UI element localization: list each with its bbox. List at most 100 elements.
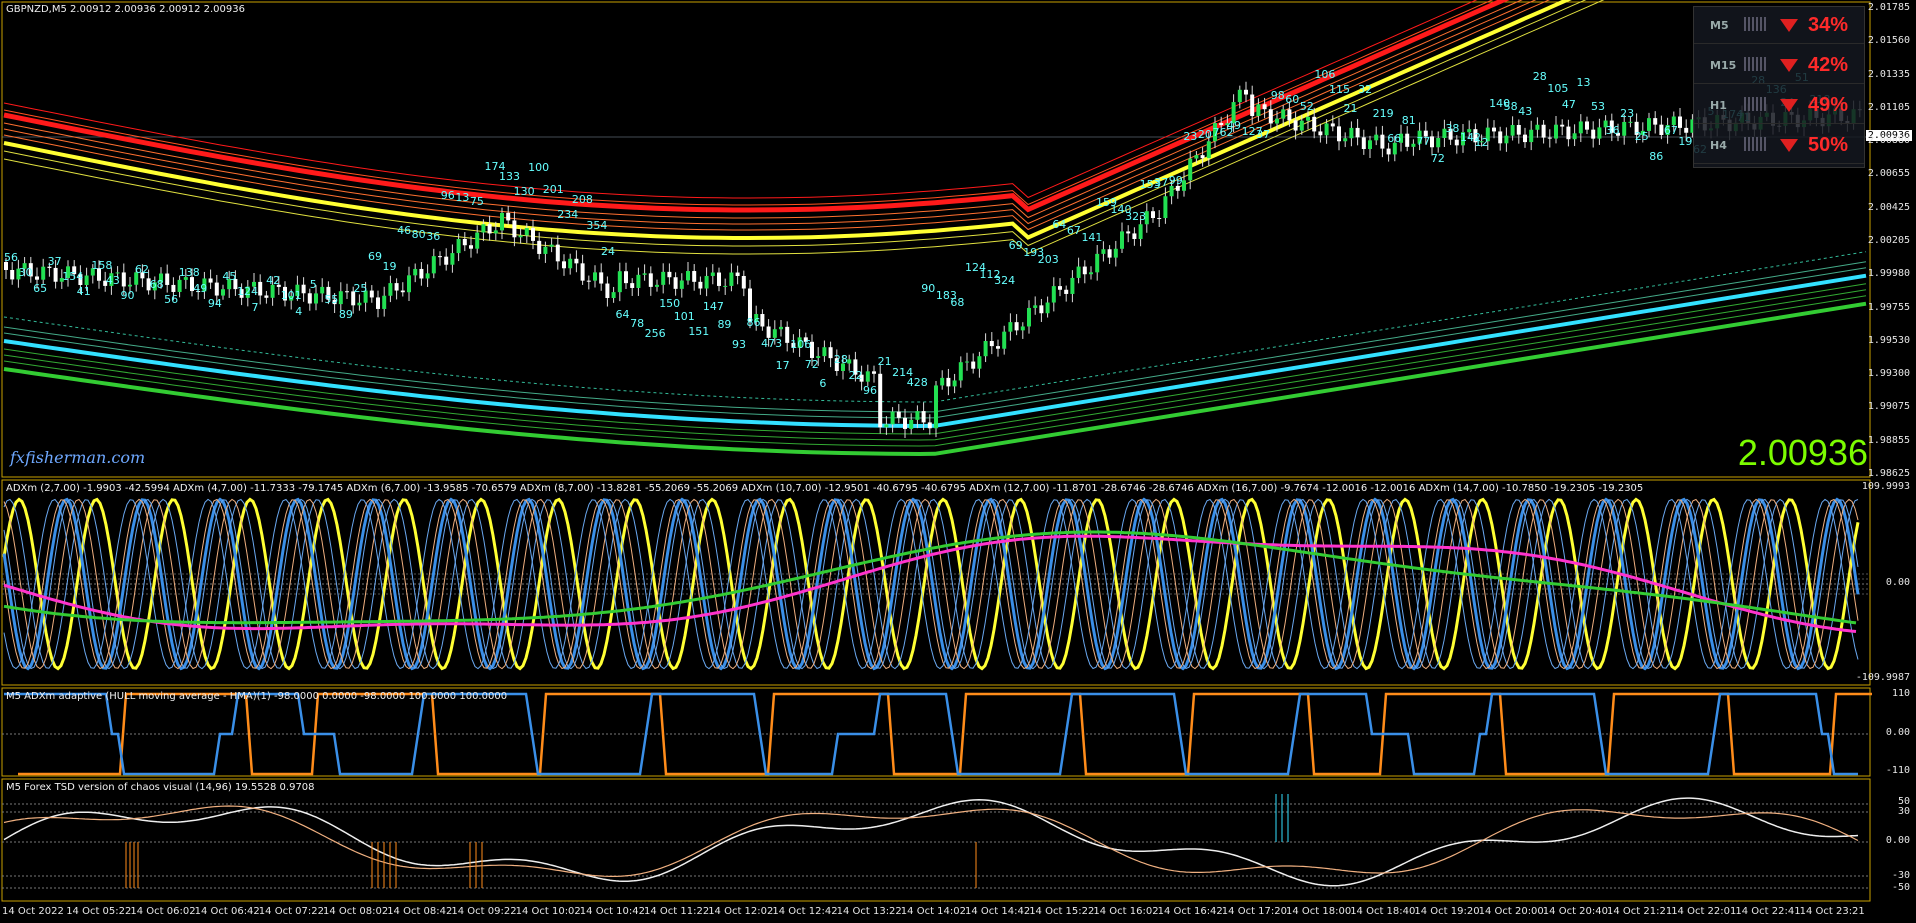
bar-label: 60 (1285, 93, 1300, 107)
bar-label: 354 (586, 219, 608, 233)
bar-label: 6 (819, 376, 827, 390)
signal-bars-icon (1744, 137, 1768, 151)
time-axis-tick: 14 Oct 20:40 (1542, 906, 1608, 917)
mtf-percent: 42% (1808, 54, 1849, 76)
candle-body (1157, 218, 1162, 220)
candle-body (208, 278, 213, 283)
candle-body (890, 411, 895, 425)
price-axis-tick: 2.01105 (1867, 101, 1910, 113)
signal-bars-icon (1744, 57, 1768, 71)
hma-axis-top: 110 (1891, 688, 1910, 699)
tsd-axis-zero: 0.00 (1885, 835, 1910, 846)
candle-body (977, 356, 982, 369)
bar-label: 69 (1008, 239, 1023, 253)
candle-body (785, 326, 790, 343)
candle-body (1541, 124, 1546, 138)
candle-body (1678, 116, 1682, 128)
signal-bars-icon (1744, 17, 1768, 31)
bar-label: 25 (353, 281, 368, 295)
time-axis-tick: 14 Oct 05:22 (66, 906, 132, 917)
candle-body (729, 272, 734, 286)
time-axis-tick: 14 Oct 17:20 (1221, 906, 1287, 917)
adx-axis-bottom: -109.9987 (1855, 672, 1910, 683)
candle-body (41, 266, 46, 280)
candle-body (264, 295, 269, 298)
bar-label: 81 (1401, 114, 1416, 128)
tsd-axis-30: 30 (1897, 806, 1910, 817)
candle-body (1194, 155, 1199, 159)
bar-label: 93 (732, 337, 746, 351)
candle-body (679, 280, 684, 289)
time-axis-tick: 14 Oct 06:42 (194, 906, 260, 917)
candle-body (555, 244, 560, 262)
candle-body (698, 281, 703, 289)
candle-body (1380, 134, 1385, 149)
time-axis-tick: 14 Oct 2022 (2, 906, 64, 917)
time-axis-tick: 14 Oct 16:02 (1093, 906, 1159, 917)
mtf-timeframe: M15 (1710, 59, 1737, 72)
candle-body (549, 244, 554, 247)
adx-axis-zero: 0.00 (1885, 577, 1910, 588)
candle-body (10, 270, 15, 280)
candle-body (611, 292, 616, 298)
bar-label: 37 (47, 254, 62, 268)
candle-body (1386, 148, 1391, 155)
bar-label: 208 (571, 192, 593, 206)
candle-body (407, 275, 411, 293)
candle-body (1361, 137, 1366, 149)
bar-label: 49 (193, 281, 208, 295)
time-axis-tick: 14 Oct 22:41 (1735, 906, 1801, 917)
time-axis-tick: 14 Oct 18:40 (1350, 906, 1416, 917)
candle-body (1299, 120, 1304, 131)
bar-label: 19 (382, 259, 397, 273)
bar-label: 101 (673, 310, 695, 324)
candle-body (741, 275, 746, 289)
bar-label: 52 (1299, 99, 1314, 113)
down-arrow-icon (1780, 59, 1798, 72)
candle-body (1436, 137, 1441, 148)
candle-body (171, 284, 176, 292)
candle-body (1064, 289, 1069, 294)
bar-label: 67 (1663, 123, 1678, 137)
bar-label: 43 (105, 273, 120, 287)
price-axis-tick: 2.00205 (1867, 235, 1910, 246)
candle-body (1659, 124, 1664, 135)
candle-body (1101, 249, 1106, 254)
time-axis-tick: 14 Oct 13:22 (836, 906, 902, 917)
bar-label: 100 (528, 161, 550, 175)
price-axis-tick: 1.99980 (1867, 268, 1910, 280)
bar-label: 115 (1328, 83, 1350, 97)
bar-label: 141 (1081, 231, 1103, 245)
bar-label: 7 (251, 300, 259, 314)
candle-body (1163, 196, 1168, 219)
bar-label: 22 (848, 369, 863, 383)
candle-body (1566, 126, 1571, 140)
price-axis-tick: 2.00880 (1867, 135, 1910, 147)
bar-label: 99 (1168, 174, 1183, 187)
candle-body (1498, 131, 1503, 144)
candle-body (822, 347, 827, 357)
candle-body (531, 228, 535, 241)
candle-body (989, 341, 994, 347)
candle-body (648, 273, 653, 287)
bar-label: 41 (76, 285, 91, 299)
candle-body (1343, 138, 1348, 142)
candle-body (400, 290, 405, 293)
candle-body (512, 220, 517, 238)
mtf-timeframe: H4 (1710, 139, 1727, 152)
candle-body (586, 280, 591, 282)
candle-body (605, 283, 610, 298)
bar-label: 32 (1358, 82, 1373, 96)
down-arrow-icon (1780, 99, 1798, 112)
bar-label: 23 (1620, 107, 1635, 121)
mtf-strength-panel: M5 34% M15 42% H1 49% H4 50% (1693, 6, 1865, 168)
candle-body (1591, 129, 1596, 139)
bar-label: 154 (62, 270, 84, 284)
time-axis-tick: 14 Oct 14:42 (965, 906, 1031, 917)
bar-label: 219 (1372, 107, 1394, 121)
bar-label: 323 (1125, 209, 1147, 223)
bar-label: 203 (1037, 252, 1059, 266)
candle-body (971, 361, 976, 369)
bar-label: 28 (833, 352, 848, 366)
mtf-timeframe: H1 (1710, 99, 1727, 112)
